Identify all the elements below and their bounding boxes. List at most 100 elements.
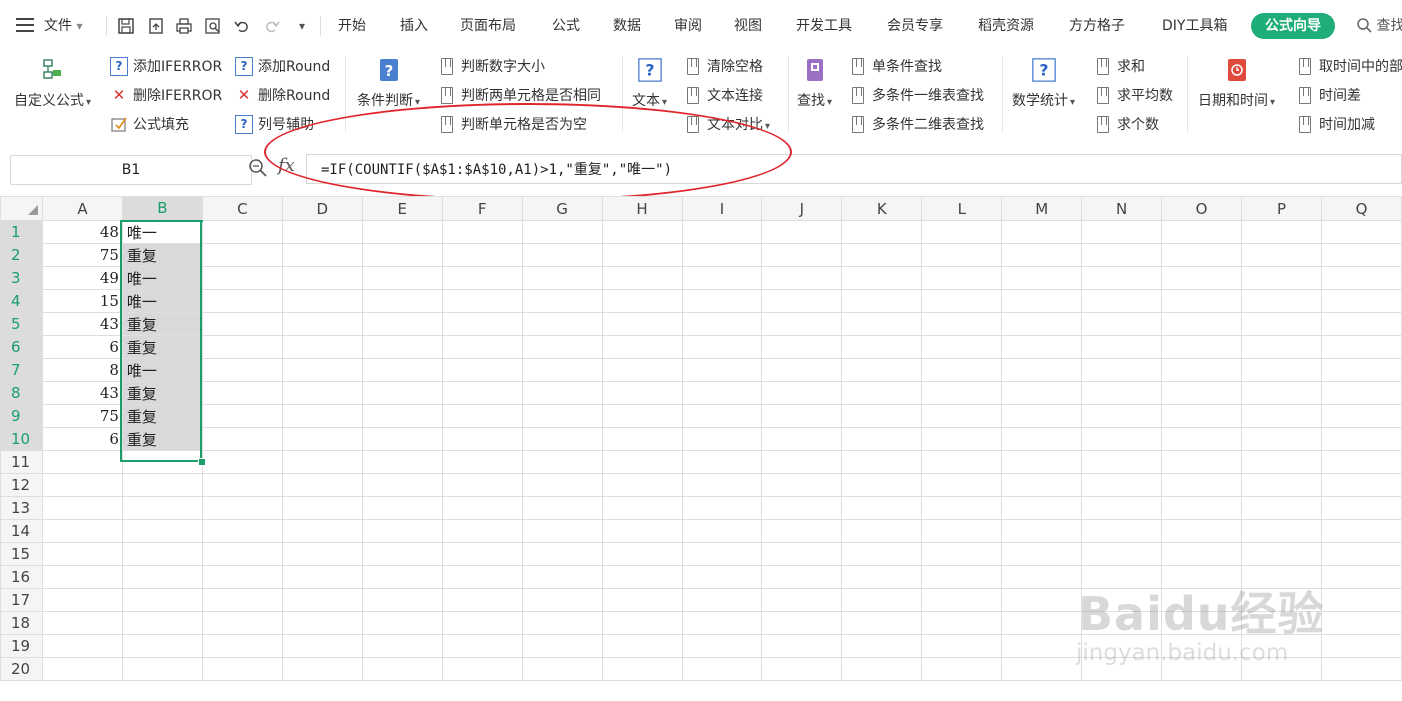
cell-e18[interactable] [361, 611, 443, 635]
cell-q4[interactable] [1320, 289, 1402, 313]
cell-d18[interactable] [281, 611, 363, 635]
cell-n14[interactable] [1081, 519, 1163, 543]
cell-f4[interactable] [441, 289, 523, 313]
cell-q1[interactable] [1320, 220, 1402, 244]
cell-q8[interactable] [1320, 381, 1402, 405]
cell-f7[interactable] [441, 358, 523, 382]
cell-k15[interactable] [841, 542, 923, 566]
cell-p19[interactable] [1241, 634, 1322, 658]
cell-c15[interactable] [201, 542, 283, 566]
cell-j14[interactable] [761, 519, 843, 543]
cell-b15[interactable] [121, 542, 203, 566]
cell-e11[interactable] [361, 450, 443, 474]
count-button[interactable]: 求个数 [1094, 114, 1159, 134]
undo-icon[interactable] [230, 14, 254, 38]
row-header[interactable]: 20 [0, 657, 43, 681]
cell-j6[interactable] [761, 335, 843, 359]
formula-fill-button[interactable]: 公式填充 [110, 114, 189, 134]
cell-p10[interactable] [1241, 427, 1322, 451]
cell-m12[interactable] [1001, 473, 1083, 497]
tab-developer[interactable]: 开发工具 [796, 14, 852, 38]
cell-g16[interactable] [521, 565, 603, 589]
cell-g3[interactable] [521, 266, 603, 290]
tab-member[interactable]: 会员专享 [887, 14, 943, 38]
cell-m2[interactable] [1001, 243, 1083, 267]
cell-q14[interactable] [1320, 519, 1402, 543]
cell-k6[interactable] [841, 335, 923, 359]
cell-n2[interactable] [1081, 243, 1163, 267]
cell-f8[interactable] [441, 381, 523, 405]
cell-h7[interactable] [601, 358, 683, 382]
cell-j10[interactable] [761, 427, 843, 451]
cell-b10[interactable]: 重复 [121, 427, 203, 451]
cell-e15[interactable] [361, 542, 443, 566]
cell-q5[interactable] [1320, 312, 1402, 336]
cell-o12[interactable] [1161, 473, 1243, 497]
cell-n17[interactable] [1081, 588, 1163, 612]
cell-o15[interactable] [1161, 542, 1243, 566]
cell-j8[interactable] [761, 381, 843, 405]
customize-toolbar-icon[interactable]: ▾ [290, 14, 314, 38]
hamburger-menu-icon[interactable] [16, 18, 34, 32]
cell-h12[interactable] [601, 473, 683, 497]
cell-k19[interactable] [841, 634, 923, 658]
cell-h19[interactable] [601, 634, 683, 658]
cell-d3[interactable] [281, 266, 363, 290]
cell-i9[interactable] [681, 404, 763, 428]
cell-i15[interactable] [681, 542, 763, 566]
search-button[interactable]: 查找 [1356, 14, 1402, 38]
cell-c8[interactable] [201, 381, 283, 405]
cell-h3[interactable] [601, 266, 683, 290]
cell-f3[interactable] [441, 266, 523, 290]
cell-m15[interactable] [1001, 542, 1083, 566]
row-header[interactable]: 14 [0, 519, 43, 543]
cell-i16[interactable] [681, 565, 763, 589]
zoom-icon[interactable] [248, 158, 268, 182]
cell-o10[interactable] [1161, 427, 1243, 451]
cell-d4[interactable] [281, 289, 363, 313]
cell-q19[interactable] [1320, 634, 1402, 658]
cell-g2[interactable] [521, 243, 603, 267]
cell-d6[interactable] [281, 335, 363, 359]
column-header-m[interactable]: M [1001, 196, 1083, 221]
cell-j4[interactable] [761, 289, 843, 313]
cell-p12[interactable] [1241, 473, 1322, 497]
cell-i8[interactable] [681, 381, 763, 405]
cell-q20[interactable] [1320, 657, 1402, 681]
cell-k2[interactable] [841, 243, 923, 267]
cell-p2[interactable] [1241, 243, 1322, 267]
cell-n8[interactable] [1081, 381, 1163, 405]
cell-c11[interactable] [201, 450, 283, 474]
cell-k20[interactable] [841, 657, 923, 681]
cell-p16[interactable] [1241, 565, 1322, 589]
cell-a2[interactable]: 75 [41, 243, 123, 267]
cell-m17[interactable] [1001, 588, 1083, 612]
cell-f1[interactable] [441, 220, 523, 244]
cell-l15[interactable] [921, 542, 1003, 566]
row-header[interactable]: 5 [0, 312, 43, 336]
cell-j7[interactable] [761, 358, 843, 382]
cell-a4[interactable]: 15 [41, 289, 123, 313]
row-header[interactable]: 15 [0, 542, 43, 566]
cell-j11[interactable] [761, 450, 843, 474]
cell-i14[interactable] [681, 519, 763, 543]
column-helper-button[interactable]: ? 列号辅助 [235, 114, 314, 134]
cell-g1[interactable] [521, 220, 603, 244]
column-header-g[interactable]: G [521, 196, 603, 221]
column-header-k[interactable]: K [841, 196, 923, 221]
delete-iferror-button[interactable]: ✕ 删除IFERROR [110, 85, 223, 105]
cell-c7[interactable] [201, 358, 283, 382]
cell-e19[interactable] [361, 634, 443, 658]
cell-e2[interactable] [361, 243, 443, 267]
row-header[interactable]: 19 [0, 634, 43, 658]
cell-a1[interactable]: 48 [41, 220, 123, 244]
cell-l12[interactable] [921, 473, 1003, 497]
tab-insert[interactable]: 插入 [400, 14, 428, 38]
cell-m8[interactable] [1001, 381, 1083, 405]
cell-q13[interactable] [1320, 496, 1402, 520]
cell-g8[interactable] [521, 381, 603, 405]
cell-m20[interactable] [1001, 657, 1083, 681]
cell-o19[interactable] [1161, 634, 1243, 658]
print-preview-icon[interactable] [201, 14, 225, 38]
cell-i17[interactable] [681, 588, 763, 612]
